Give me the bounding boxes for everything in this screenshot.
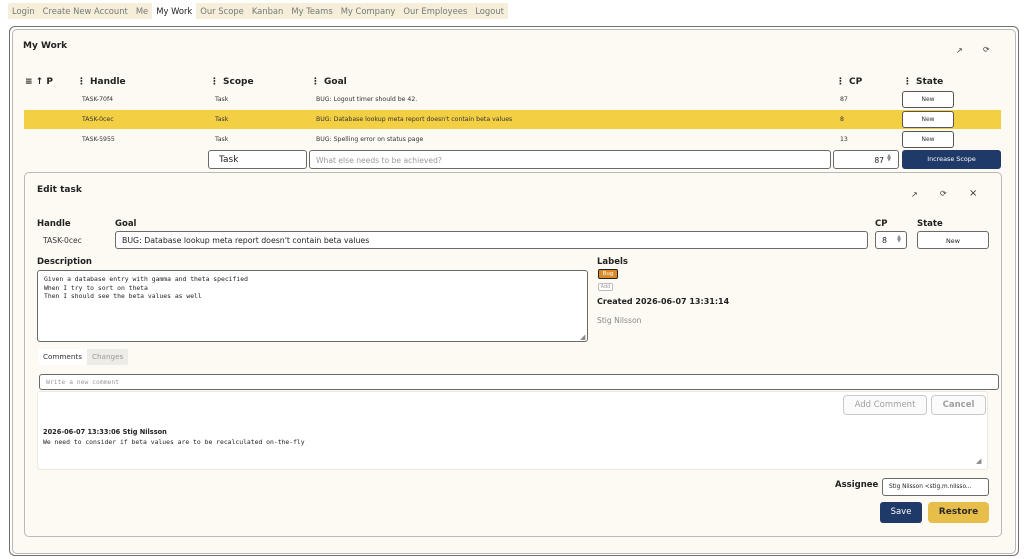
- refresh-icon[interactable]: ⟳: [940, 189, 947, 198]
- cp-spinner-icon[interactable]: ▲ ▼: [885, 154, 893, 163]
- comment-body: We need to consider if beta values are t…: [43, 438, 305, 446]
- resize-handle-icon[interactable]: ◢: [580, 333, 585, 341]
- table-row[interactable]: TASK-5955 Task BUG: Spelling error on st…: [24, 130, 1001, 149]
- row-goal: BUG: Spelling error on status page: [316, 136, 424, 143]
- page-title: My Work: [23, 41, 68, 51]
- row-cp: 87: [840, 96, 848, 103]
- nav-my-work[interactable]: My Work: [152, 3, 197, 19]
- new-goal-input[interactable]: What else needs to be achieved?: [309, 150, 831, 169]
- top-nav: Login Create New Account Me My Work Our …: [8, 3, 508, 19]
- goal-label: Goal: [115, 219, 137, 229]
- add-label-button[interactable]: Add: [598, 283, 613, 291]
- creator-name: Stig Nilsson: [597, 316, 642, 325]
- nav-our-scope[interactable]: Our Scope: [196, 3, 248, 19]
- bug-tag[interactable]: Bug: [598, 269, 618, 279]
- comment-tabs: Comments Changes: [38, 349, 129, 365]
- table-row-selected[interactable]: TASK-0cec Task BUG: Database lookup meta…: [24, 110, 1001, 129]
- cp-spinner-icon[interactable]: ▲ ▼: [895, 235, 903, 244]
- nav-logout[interactable]: Logout: [471, 3, 508, 19]
- state-button[interactable]: New: [917, 231, 989, 249]
- increase-scope-button[interactable]: Increase Scope: [902, 150, 1001, 169]
- handle-label: Handle: [37, 219, 71, 229]
- row-state-button[interactable]: New: [902, 111, 954, 128]
- expand-icon[interactable]: ↗: [911, 190, 918, 199]
- restore-button[interactable]: Restore: [928, 502, 989, 523]
- row-goal: BUG: Database lookup meta report doesn't…: [316, 116, 513, 123]
- comment-header: 2026-06-07 13:33:06 Stig Nilsson: [43, 428, 167, 436]
- tab-changes[interactable]: Changes: [87, 349, 128, 365]
- nav-my-teams[interactable]: My Teams: [287, 3, 336, 19]
- drag-handle-icon[interactable]: ⋮: [836, 77, 845, 87]
- created-timestamp: Created 2026-06-07 13:31:14: [597, 297, 730, 306]
- row-handle: TASK-70f4: [82, 96, 114, 103]
- task-handle-value: TASK-0cec: [43, 236, 82, 245]
- tab-comments[interactable]: Comments: [38, 349, 87, 365]
- row-cp: 8: [840, 116, 844, 123]
- row-handle: TASK-5955: [82, 136, 115, 143]
- drag-handle-icon[interactable]: ⋮: [77, 77, 86, 87]
- close-icon[interactable]: ×: [969, 188, 977, 199]
- row-goal: BUG: Logout timer should be 42.: [316, 96, 418, 103]
- cp-label: CP: [875, 219, 888, 229]
- edit-task-title: Edit task: [37, 185, 82, 195]
- goal-input[interactable]: BUG: Database lookup meta report doesn't…: [115, 231, 868, 249]
- sort-priority-header[interactable]: ≡ ↑ P: [25, 77, 53, 87]
- nav-login[interactable]: Login: [8, 3, 39, 19]
- description-textarea[interactable]: Given a database entry with gamma and th…: [37, 270, 588, 342]
- cp-column-header[interactable]: ⋮ CP: [836, 77, 862, 87]
- scope-column-header[interactable]: ⋮ Scope: [210, 77, 254, 87]
- drag-handle-icon[interactable]: ⋮: [210, 77, 219, 87]
- nav-me[interactable]: Me: [132, 3, 152, 19]
- row-state-button[interactable]: New: [902, 91, 954, 108]
- description-label: Description: [37, 257, 92, 267]
- refresh-icon[interactable]: ⟳: [983, 45, 990, 54]
- state-label: State: [917, 219, 943, 229]
- table-row[interactable]: TASK-70f4 Task BUG: Logout timer should …: [24, 90, 1001, 109]
- resize-handle-icon[interactable]: ◢: [976, 457, 981, 465]
- nav-create-account[interactable]: Create New Account: [39, 3, 132, 19]
- goal-column-header[interactable]: ⋮ Goal: [311, 77, 347, 87]
- new-scope-select[interactable]: Task: [208, 150, 307, 169]
- row-state-button[interactable]: New: [902, 131, 954, 148]
- nav-kanban[interactable]: Kanban: [248, 3, 288, 19]
- state-column-header[interactable]: ⋮ State: [903, 77, 943, 87]
- nav-my-company[interactable]: My Company: [337, 3, 400, 19]
- row-cp: 13: [840, 136, 848, 143]
- row-scope: Task: [215, 96, 229, 103]
- assignee-select[interactable]: Stig Nilsson <stig.m.nilsso...: [882, 478, 989, 496]
- row-handle: TASK-0cec: [82, 116, 114, 123]
- assignee-label: Assignee: [835, 480, 879, 490]
- drag-handle-icon[interactable]: ⋮: [903, 77, 912, 87]
- handle-column-header[interactable]: ⋮ Handle: [77, 77, 126, 87]
- row-scope: Task: [215, 136, 229, 143]
- nav-our-employees[interactable]: Our Employees: [399, 3, 471, 19]
- labels-label: Labels: [597, 257, 628, 267]
- row-scope: Task: [215, 116, 229, 123]
- expand-icon[interactable]: ↗: [956, 46, 963, 55]
- drag-handle-icon[interactable]: ⋮: [311, 77, 320, 87]
- cancel-button[interactable]: Cancel: [931, 395, 986, 415]
- comment-input[interactable]: Write a new comment: [39, 374, 999, 390]
- add-comment-button[interactable]: Add Comment: [843, 395, 927, 415]
- save-button[interactable]: Save: [880, 502, 922, 523]
